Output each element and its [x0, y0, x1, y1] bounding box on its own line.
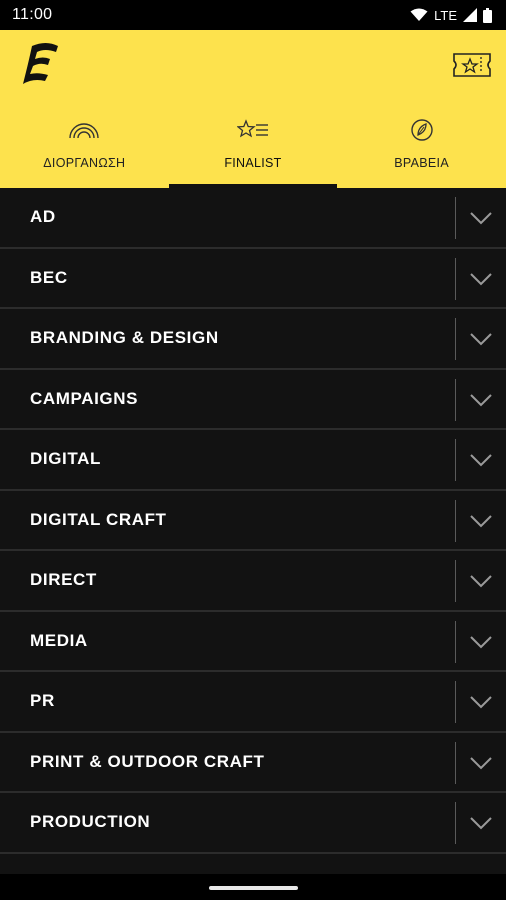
star-list-icon — [236, 116, 269, 144]
category-label: CAMPAIGNS — [30, 388, 139, 408]
chevron-down-icon[interactable] — [469, 206, 493, 230]
row-divider — [454, 741, 456, 784]
status-icons: LTE — [410, 7, 492, 23]
row-divider — [454, 560, 456, 602]
row-divider — [454, 378, 456, 421]
category-label: DIGITAL — [30, 449, 101, 469]
chevron-down-icon[interactable] — [469, 267, 493, 291]
chevron-down-icon[interactable] — [469, 690, 493, 714]
leaf-medal-icon — [410, 116, 434, 144]
category-row[interactable]: MEDIA — [0, 611, 506, 672]
category-row[interactable]: DIRECT — [0, 551, 506, 612]
category-row[interactable]: DIGITAL — [0, 430, 506, 491]
category-row[interactable]: PR — [0, 672, 506, 733]
e-logo-icon — [18, 42, 62, 88]
app-header: ΔΙΟΡΓΑΝΩΣΗ FINALIST ΒΡΑΒΕΙΑ — [0, 30, 506, 188]
category-row[interactable]: AD — [0, 188, 506, 249]
category-row[interactable]: DIGITAL CRAFT — [0, 490, 506, 551]
tab-bar: ΔΙΟΡΓΑΝΩΣΗ FINALIST ΒΡΑΒΕΙΑ — [0, 112, 506, 188]
category-label: BEC — [30, 267, 68, 287]
chevron-down-icon[interactable] — [469, 751, 493, 775]
tab-finalist[interactable]: FINALIST — [168, 112, 338, 188]
row-divider — [454, 197, 456, 239]
row-divider — [454, 257, 456, 300]
home-gesture-handle[interactable] — [209, 886, 298, 890]
category-row[interactable]: BRANDING & DESIGN — [0, 309, 506, 370]
category-label: DIRECT — [30, 570, 97, 590]
chevron-down-icon[interactable] — [469, 388, 493, 412]
category-label: PRODUCTION — [30, 812, 151, 832]
row-divider — [454, 620, 456, 663]
tab-awards[interactable]: ΒΡΑΒΕΙΑ — [337, 112, 506, 188]
category-row[interactable]: CAMPAIGNS — [0, 369, 506, 430]
rainbow-icon — [68, 116, 100, 144]
category-row[interactable]: PRODUCTION — [0, 793, 506, 854]
row-divider — [454, 802, 456, 844]
category-label: PRINT & OUTDOOR CRAFT — [30, 751, 265, 771]
row-divider — [454, 681, 456, 723]
network-type-label: LTE — [434, 7, 457, 23]
category-label: BRANDING & DESIGN — [30, 328, 219, 348]
chevron-down-icon[interactable] — [469, 569, 493, 593]
chevron-down-icon[interactable] — [469, 509, 493, 533]
signal-icon — [463, 8, 477, 22]
tab-organization-label: ΔΙΟΡΓΑΝΩΣΗ — [43, 156, 126, 170]
tab-awards-label: ΒΡΑΒΕΙΑ — [394, 156, 449, 170]
category-label: MEDIA — [30, 630, 88, 650]
chevron-down-icon[interactable] — [469, 327, 493, 351]
system-nav-bar — [0, 874, 506, 900]
row-divider — [454, 318, 456, 360]
chevron-down-icon[interactable] — [469, 630, 493, 654]
category-row[interactable]: BEC — [0, 248, 506, 309]
category-label: AD — [30, 207, 56, 227]
row-divider — [454, 499, 456, 542]
category-label: PR — [30, 691, 55, 711]
status-time: 11:00 — [12, 6, 53, 23]
chevron-down-icon[interactable] — [469, 811, 493, 835]
chevron-down-icon[interactable] — [469, 448, 493, 472]
wifi-icon — [410, 8, 428, 22]
category-list: AD BEC BRANDING & DESIGN CAMPAIGNS DIGIT… — [0, 188, 506, 874]
battery-icon — [483, 7, 492, 23]
tab-finalist-label: FINALIST — [224, 156, 282, 170]
row-divider — [454, 439, 456, 481]
ticket-star-icon[interactable] — [452, 52, 492, 78]
category-label: DIGITAL CRAFT — [30, 509, 167, 529]
tab-organization[interactable]: ΔΙΟΡΓΑΝΩΣΗ — [0, 112, 169, 188]
status-bar: 11:00 LTE — [0, 0, 506, 30]
category-row[interactable]: PRINT & OUTDOOR CRAFT — [0, 732, 506, 793]
